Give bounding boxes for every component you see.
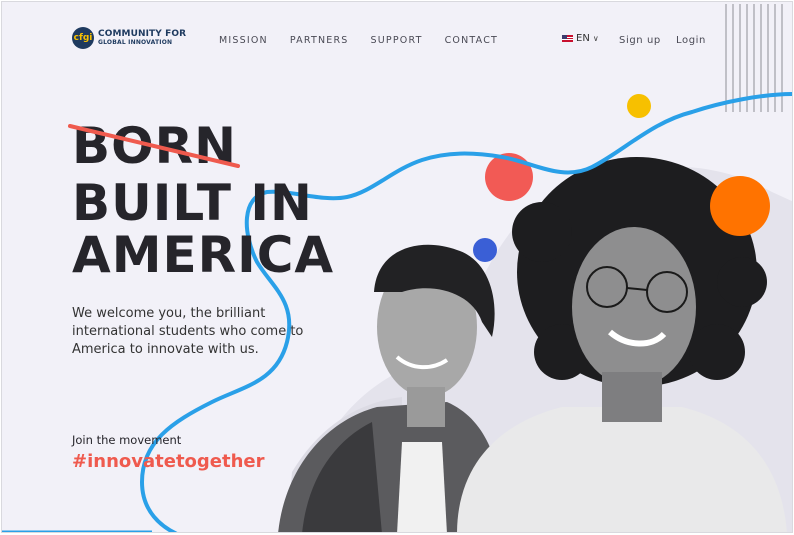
brand-name: COMMUNITY FOR GLOBAL INNOVATION [98,30,186,46]
signup-link[interactable]: Sign up [619,35,661,46]
hero-intro-text: We welcome you, the brilliant internatio… [72,306,304,357]
join-movement-label: Join the movement [72,433,182,447]
main-nav: MISSION PARTNERS SUPPORT CONTACT [219,35,498,46]
login-link[interactable]: Login [676,35,706,46]
nav-link-mission[interactable]: MISSION [219,35,268,46]
logo-mark-icon: cfgi [72,27,94,49]
hero-headline-line2: BUILT IN [72,174,313,232]
chevron-down-icon: ∨ [592,34,599,43]
blue-dot [473,238,497,262]
nav-link-contact[interactable]: CONTACT [445,35,498,46]
nav-link-partners[interactable]: PARTNERS [290,35,349,46]
language-selector[interactable]: EN ∨ [562,33,599,44]
us-flag-icon [562,35,573,42]
brand-logo[interactable]: cfgi COMMUNITY FOR GLOBAL INNOVATION [72,27,186,49]
language-label: EN [576,33,590,44]
hashtag-link[interactable]: #innovatetogether [72,451,265,472]
nav-link-support[interactable]: SUPPORT [371,35,423,46]
yellow-dot [627,94,651,118]
orange-dot [710,176,770,236]
hero-struck-word: BORN [72,117,237,175]
brand-name-line1: COMMUNITY FOR [98,29,187,39]
landing-page: cfgi COMMUNITY FOR GLOBAL INNOVATION MIS… [1,1,793,533]
hero-headline-line3: AMERICA [72,226,335,284]
brand-name-line2: GLOBAL INNOVATION [98,39,173,46]
